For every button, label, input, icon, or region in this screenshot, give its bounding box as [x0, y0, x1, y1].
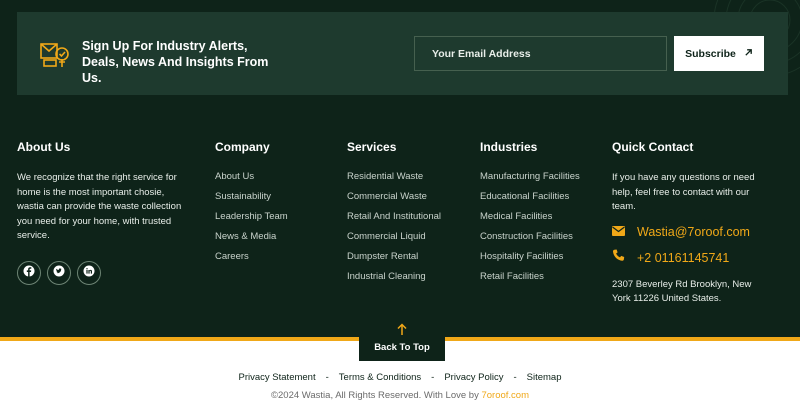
- services-column: Services Residential Waste Commercial Wa…: [347, 140, 441, 291]
- company-column: Company About Us Sustainability Leadersh…: [215, 140, 288, 271]
- contact-phone[interactable]: +2 01161145741: [637, 251, 729, 265]
- subscribe-label: Subscribe: [685, 47, 736, 60]
- phone-icon: [612, 249, 625, 267]
- services-link-retail-institutional[interactable]: Retail And Institutional: [347, 211, 441, 231]
- industries-link-construction[interactable]: Construction Facilities: [480, 231, 580, 251]
- copyright-text: ©2024 Wastia, All Rights Reserved. With …: [271, 390, 479, 401]
- industries-link-retail[interactable]: Retail Facilities: [480, 271, 580, 291]
- services-title: Services: [347, 140, 397, 154]
- about-text: We recognize that the right service for …: [17, 172, 182, 241]
- contact-address: 2307 Beverley Rd Brooklyn, New York 1122…: [612, 278, 752, 305]
- newsletter-text: Sign Up For Industry Alerts, Deals, News…: [82, 39, 269, 85]
- terms-conditions-link[interactable]: Terms & Conditions: [339, 372, 421, 383]
- back-to-top-button[interactable]: Back To Top: [359, 320, 445, 361]
- about-column: About Us We recognize that the right ser…: [17, 140, 182, 285]
- newsletter-icon: [39, 38, 71, 70]
- company-link-news-media[interactable]: News & Media: [215, 231, 288, 251]
- legal-separator: -: [431, 372, 435, 383]
- contact-email[interactable]: Wastia@7oroof.com: [637, 225, 750, 239]
- copyright: ©2024 Wastia, All Rights Reserved. With …: [0, 390, 800, 401]
- industries-link-hospitality[interactable]: Hospitality Facilities: [480, 251, 580, 271]
- email-placeholder: Your Email Address: [432, 47, 531, 60]
- services-link-commercial-liquid[interactable]: Commercial Liquid: [347, 231, 441, 251]
- services-link-industrial-cleaning[interactable]: Industrial Cleaning: [347, 271, 441, 291]
- industries-column: Industries Manufacturing Facilities Educ…: [480, 140, 580, 291]
- legal-links: Privacy Statement - Terms & Conditions -…: [0, 372, 800, 383]
- contact-column: Quick Contact If you have any questions …: [612, 140, 772, 307]
- twitter-link[interactable]: [47, 260, 71, 285]
- company-link-sustainability[interactable]: Sustainability: [215, 191, 288, 211]
- sitemap-link[interactable]: Sitemap: [527, 372, 562, 383]
- linkedin-icon: [83, 264, 95, 282]
- about-title: About Us: [17, 140, 71, 154]
- facebook-link[interactable]: [17, 260, 41, 285]
- contact-title: Quick Contact: [612, 140, 694, 154]
- legal-separator: -: [513, 372, 517, 383]
- services-link-commercial-waste[interactable]: Commercial Waste: [347, 191, 441, 211]
- legal-separator: -: [325, 372, 329, 383]
- subscribe-button[interactable]: Subscribe: [674, 36, 764, 71]
- newsletter-signup: Sign Up For Industry Alerts, Deals, News…: [17, 12, 788, 95]
- back-to-top-label: Back To Top: [374, 342, 430, 353]
- industries-link-medical[interactable]: Medical Facilities: [480, 211, 580, 231]
- contact-text: If you have any questions or need help, …: [612, 172, 755, 212]
- linkedin-link[interactable]: [77, 260, 101, 285]
- company-link-about-us[interactable]: About Us: [215, 171, 288, 191]
- company-title: Company: [215, 140, 270, 154]
- company-link-leadership-team[interactable]: Leadership Team: [215, 211, 288, 231]
- brand-link[interactable]: 7oroof.com: [481, 390, 529, 401]
- email-input[interactable]: Your Email Address: [414, 36, 667, 71]
- industries-link-educational[interactable]: Educational Facilities: [480, 191, 580, 211]
- company-link-careers[interactable]: Careers: [215, 251, 288, 271]
- privacy-statement-link[interactable]: Privacy Statement: [239, 372, 316, 383]
- contact-phone-row: +2 01161145741: [612, 249, 772, 267]
- arrow-up-right-icon: [744, 48, 753, 60]
- services-link-residential-waste[interactable]: Residential Waste: [347, 171, 441, 191]
- facebook-icon: [23, 264, 35, 282]
- twitter-icon: [53, 264, 65, 282]
- envelope-icon: [612, 223, 625, 241]
- industries-link-manufacturing[interactable]: Manufacturing Facilities: [480, 171, 580, 191]
- services-link-dumpster-rental[interactable]: Dumpster Rental: [347, 251, 441, 271]
- arrow-up-icon: [397, 323, 407, 338]
- social-links: [17, 260, 182, 285]
- industries-title: Industries: [480, 140, 538, 154]
- contact-email-row: Wastia@7oroof.com: [612, 224, 772, 241]
- privacy-policy-link[interactable]: Privacy Policy: [444, 372, 503, 383]
- footer: Sign Up For Industry Alerts, Deals, News…: [0, 0, 800, 337]
